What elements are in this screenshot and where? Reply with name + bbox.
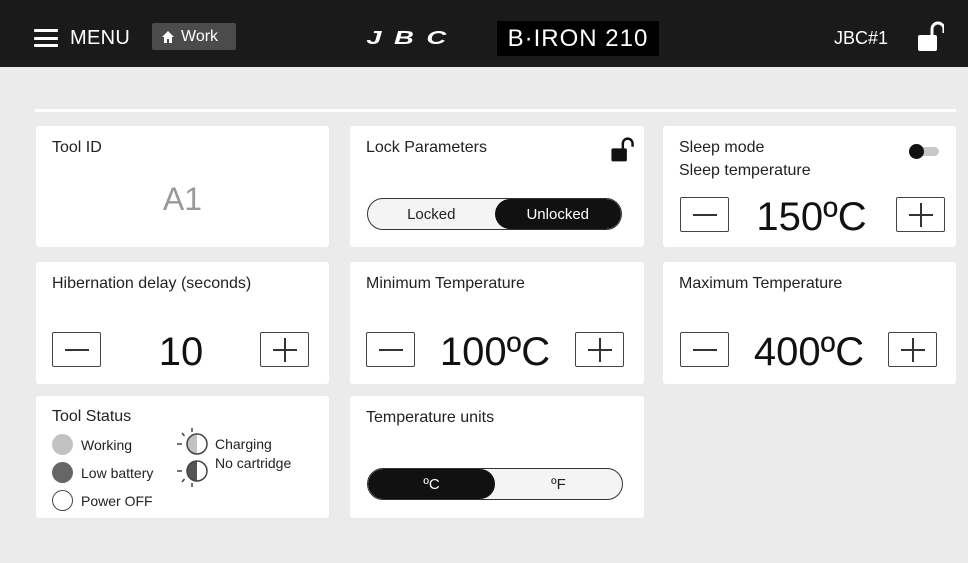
min-temp-value: 100ºC — [439, 330, 551, 374]
sleep-temperature-label: Sleep temperature — [679, 162, 811, 179]
station-id: JBC#1 — [834, 28, 889, 48]
sleep-temp-value: 150ºC — [756, 195, 867, 239]
menu-label: MENU — [70, 26, 131, 49]
temperature-units-title: Temperature units — [366, 409, 495, 426]
low-battery-dot-icon — [52, 462, 73, 483]
lock-parameters-card: Lock Parameters Locked Unlocked — [350, 126, 644, 247]
unlocked-option[interactable]: Unlocked — [494, 199, 621, 229]
maximum-temperature-card: Maximum Temperature 400ºC — [663, 262, 956, 384]
hibernation-delay-value: 10 — [158, 330, 204, 374]
jbc-logo: JBC — [366, 28, 458, 46]
max-temp-increase-button[interactable] — [888, 332, 937, 367]
legend-charging-label: Charging — [215, 436, 272, 452]
unlocked-padlock-icon[interactable] — [918, 21, 944, 53]
legend-power-off-label: Power OFF — [81, 492, 153, 509]
tool-id-value: A1 — [162, 181, 203, 217]
sleep-temp-decrease-button[interactable] — [680, 197, 729, 232]
no-cartridge-half-circle-icon — [177, 460, 208, 487]
temperature-units-switch[interactable]: ºC ºF — [367, 468, 623, 500]
legend-no-cartridge: No cartridge — [175, 454, 291, 488]
unlocked-padlock-icon — [611, 137, 634, 162]
working-dot-icon — [52, 434, 73, 455]
max-temp-decrease-button[interactable] — [680, 332, 729, 367]
tool-id-title: Tool ID — [52, 139, 102, 156]
hibernation-decrease-button[interactable] — [52, 332, 101, 367]
top-bar: MENU Work JBC B·IRON 210 JBC#1 — [0, 0, 968, 67]
minimum-temperature-card: Minimum Temperature 100ºC — [350, 262, 644, 384]
menu-button[interactable]: MENU — [34, 26, 130, 50]
tool-id-card: Tool ID A1 — [36, 126, 329, 247]
fahrenheit-option[interactable]: ºF — [495, 469, 622, 499]
lock-parameters-switch[interactable]: Locked Unlocked — [367, 198, 622, 230]
sleep-mode-toggle[interactable] — [909, 144, 939, 159]
legend-working: Working — [52, 434, 132, 455]
model-badge: B·IRON 210 — [497, 21, 659, 56]
sleep-mode-title: Sleep mode — [679, 139, 765, 156]
min-temp-decrease-button[interactable] — [366, 332, 415, 367]
max-temp-value: 400ºC — [753, 330, 865, 374]
work-label: Work — [181, 27, 219, 45]
tool-status-card: Tool Status Working Low battery Power OF… — [36, 396, 329, 518]
legend-power-off: Power OFF — [52, 490, 153, 511]
temperature-units-card: Temperature units ºC ºF — [350, 396, 644, 518]
min-temp-increase-button[interactable] — [575, 332, 624, 367]
hamburger-icon — [34, 29, 58, 47]
legend-low-battery: Low battery — [52, 462, 153, 483]
maximum-temperature-title: Maximum Temperature — [679, 275, 843, 292]
power-off-dot-icon — [52, 490, 73, 511]
brand-text: JBC — [366, 28, 458, 46]
home-icon — [162, 30, 174, 43]
tool-status-title: Tool Status — [52, 408, 132, 425]
minimum-temperature-title: Minimum Temperature — [366, 275, 525, 292]
hibernation-delay-title: Hibernation delay (seconds) — [52, 275, 252, 292]
celsius-option[interactable]: ºC — [368, 469, 495, 499]
legend-working-label: Working — [81, 436, 133, 453]
work-button[interactable]: Work — [152, 23, 236, 50]
lock-parameters-title: Lock Parameters — [366, 139, 487, 156]
sleep-temp-increase-button[interactable] — [896, 197, 945, 232]
hibernation-delay-card: Hibernation delay (seconds) 10 — [36, 262, 329, 384]
legend-no-cartridge-label: No cartridge — [215, 455, 292, 471]
section-divider — [35, 109, 956, 112]
sleep-mode-card: Sleep mode Sleep temperature 150ºC — [663, 126, 956, 247]
legend-low-battery-label: Low battery — [81, 464, 154, 481]
hibernation-increase-button[interactable] — [260, 332, 309, 367]
locked-option[interactable]: Locked — [368, 199, 495, 229]
